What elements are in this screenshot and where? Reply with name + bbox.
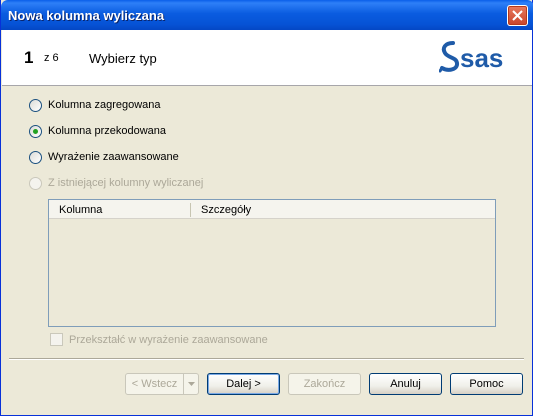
help-button[interactable]: Pomoc (450, 373, 523, 395)
sas-logo: sas (439, 41, 503, 73)
step-of: z 6 (44, 52, 59, 64)
cancel-button[interactable]: Anuluj (369, 373, 442, 395)
back-button: < Wstecz (125, 373, 184, 395)
finish-button: Zakończ (288, 373, 361, 395)
column-header-szczegoly[interactable]: Szczegóły (201, 204, 251, 216)
convert-option: Przekształć w wyrażenie zaawansowane (50, 333, 268, 346)
radio-recoded[interactable] (29, 124, 42, 138)
option-advanced-expression[interactable]: Wyrażenie zaawansowane (29, 149, 179, 165)
title-bar[interactable]: Nowa kolumna wyliczana (1, 0, 533, 30)
next-button[interactable]: Dalej > (207, 373, 280, 395)
option-label: Kolumna zagregowana (48, 99, 161, 111)
radio-existing-calculated (29, 176, 42, 190)
step-number: 1 (24, 48, 34, 67)
footer-divider (9, 358, 524, 360)
option-label: Z istniejącej kolumny wyliczanej (48, 177, 204, 189)
logo-text: sas (460, 43, 503, 73)
close-icon (512, 10, 523, 21)
step-title: Wybierz typ (89, 51, 157, 66)
option-existing-calculated: Z istniejącej kolumny wyliczanej (29, 175, 203, 191)
radio-aggregated[interactable] (29, 98, 42, 112)
column-separator[interactable] (190, 203, 191, 217)
option-recoded[interactable]: Kolumna przekodowana (29, 123, 166, 139)
wizard-header: 1 z 6 Wybierz typ sas (2, 30, 532, 86)
option-aggregated[interactable]: Kolumna zagregowana (29, 97, 161, 113)
window-title: Nowa kolumna wyliczana (8, 8, 165, 23)
back-dropdown-button (183, 373, 199, 395)
close-button[interactable] (507, 5, 528, 26)
dialog-window: Nowa kolumna wyliczana 1 z 6 Wybierz typ… (0, 0, 533, 416)
chevron-down-icon (187, 382, 195, 386)
grid-header: Kolumna Szczegóły (49, 200, 495, 219)
radio-advanced-expression[interactable] (29, 150, 42, 164)
calculated-columns-grid[interactable]: Kolumna Szczegóły (48, 199, 496, 327)
option-label: Kolumna przekodowana (48, 125, 167, 137)
option-label: Wyrażenie zaawansowane (48, 151, 179, 163)
column-header-kolumna[interactable]: Kolumna (59, 204, 102, 216)
convert-label: Przekształć w wyrażenie zaawansowane (69, 333, 268, 346)
convert-checkbox (50, 333, 63, 346)
